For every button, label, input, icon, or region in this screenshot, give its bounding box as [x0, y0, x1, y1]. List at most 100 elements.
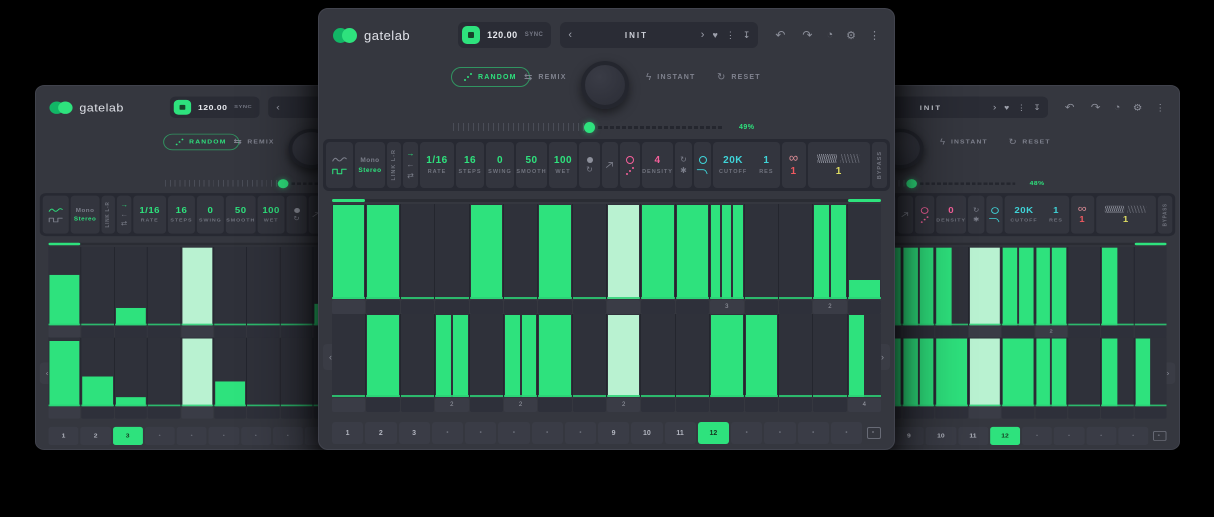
gate-step[interactable]: [280, 338, 312, 407]
rate[interactable]: 1/16RATE: [420, 142, 454, 188]
favorite-icon[interactable]: ♥: [712, 30, 717, 40]
gate-step[interactable]: [504, 204, 537, 299]
gate-step[interactable]: [366, 314, 399, 397]
subdivision-tile[interactable]: [1101, 326, 1133, 338]
subdivision-tile[interactable]: [1002, 326, 1034, 338]
pattern-slot-15[interactable]: •: [1086, 427, 1116, 445]
slider-track[interactable]: [920, 182, 1015, 184]
loop-value[interactable]: 1: [1079, 216, 1085, 225]
slider-track[interactable]: [598, 126, 724, 129]
subdivision-tile[interactable]: [148, 326, 180, 338]
subdivision-tile[interactable]: [401, 398, 434, 412]
subdivision-tile[interactable]: [1002, 407, 1034, 419]
texture-value[interactable]: 1: [1123, 215, 1129, 224]
subdivision-tile[interactable]: 2: [813, 300, 846, 314]
loop-cell[interactable]: ∞1: [782, 142, 806, 188]
subdivision-tile[interactable]: [745, 398, 778, 412]
pattern-slot-1[interactable]: 1: [332, 422, 363, 444]
wet[interactable]: 100WET: [258, 196, 285, 234]
slider-knob[interactable]: [584, 122, 595, 133]
pattern-slot-2[interactable]: 2: [81, 427, 111, 445]
stop-button[interactable]: [462, 26, 480, 44]
channel-mode-cell[interactable]: MonoStereo: [71, 196, 100, 234]
gate-step[interactable]: [504, 314, 537, 397]
play-pingpong-icon[interactable]: ⇄: [407, 172, 414, 180]
smooth[interactable]: 50SMOOTH: [516, 142, 547, 188]
gate-step[interactable]: [676, 314, 709, 397]
texture-b-icon[interactable]: [1127, 205, 1146, 212]
link-lr-cell[interactable]: LINK L-R: [101, 196, 114, 234]
gate-step[interactable]: [813, 314, 846, 397]
texture-value[interactable]: 1: [836, 166, 842, 177]
gate-step[interactable]: [607, 314, 640, 397]
texture-cell[interactable]: 1: [808, 142, 871, 188]
cutoff-group[interactable]: 20KCUTOFF: [1010, 206, 1037, 223]
filter-toggle-cell[interactable]: [986, 196, 1002, 234]
preset-name[interactable]: INIT: [580, 31, 693, 40]
hold-cell[interactable]: ↻: [286, 196, 306, 234]
texture-cell[interactable]: 1: [1096, 196, 1156, 234]
pattern-slot-4[interactable]: •: [432, 422, 463, 444]
subdivision-tile[interactable]: [1134, 326, 1166, 338]
subdivision-tile[interactable]: [401, 300, 434, 314]
gate-step[interactable]: [1101, 338, 1133, 407]
gate-step[interactable]: [710, 314, 743, 397]
wet-value[interactable]: 100: [554, 155, 572, 166]
pattern-slot-8[interactable]: •: [273, 427, 303, 445]
gate-step[interactable]: [332, 204, 365, 299]
subdivision-tile[interactable]: [48, 326, 80, 338]
gate-step[interactable]: [745, 314, 778, 397]
subdivision-tile[interactable]: 2: [504, 398, 537, 412]
gate-step[interactable]: [82, 247, 114, 325]
favorite-icon[interactable]: ♥: [1004, 103, 1009, 111]
filter-cell[interactable]: 20KCUTOFF1RES: [1005, 196, 1069, 234]
play-forward-icon[interactable]: →: [120, 202, 128, 209]
gate-step[interactable]: [779, 204, 812, 299]
subdivision-tile[interactable]: [214, 326, 246, 338]
slots-menu-icon[interactable]: [1153, 431, 1166, 441]
remix-button[interactable]: ⇆REMIX: [524, 72, 567, 83]
play-pingpong-icon[interactable]: ⇄: [121, 220, 127, 227]
texture-a-icon[interactable]: [817, 154, 837, 163]
gate-step[interactable]: [969, 338, 1001, 407]
texture-a-icon[interactable]: [1105, 205, 1124, 212]
pattern-slot-14[interactable]: •: [1054, 427, 1084, 445]
res-value[interactable]: 1: [763, 155, 769, 166]
reset-button[interactable]: ↻RESET: [1008, 138, 1050, 147]
bypass-cell[interactable]: BYPASS: [872, 142, 887, 188]
wet[interactable]: 100WET: [549, 142, 577, 188]
pattern-slot-13[interactable]: •: [731, 422, 762, 444]
loop-value[interactable]: 1: [790, 166, 796, 177]
subdivision-tile[interactable]: [115, 326, 147, 338]
gate-step[interactable]: [902, 338, 934, 407]
loop-cell[interactable]: ∞1: [1071, 196, 1094, 234]
gate-step[interactable]: [214, 247, 246, 325]
pattern-slot-11[interactable]: 11: [665, 422, 696, 444]
pattern-slot-6[interactable]: •: [209, 427, 239, 445]
gate-step[interactable]: [247, 338, 279, 407]
gate-step[interactable]: [1002, 338, 1034, 407]
bypass-cell[interactable]: BYPASS: [1158, 196, 1172, 234]
subdivision-tile[interactable]: [1101, 407, 1133, 419]
preset-next-button[interactable]: ›: [993, 102, 997, 112]
pattern-slot-5[interactable]: •: [177, 427, 207, 445]
swing-value[interactable]: 0: [207, 206, 213, 215]
pattern-slot-13[interactable]: •: [1022, 427, 1052, 445]
subdivision-tile[interactable]: 4: [848, 398, 881, 412]
gate-step[interactable]: [148, 247, 180, 325]
random-button[interactable]: RANDOM: [451, 67, 530, 87]
pattern-slot-10[interactable]: 10: [631, 422, 662, 444]
gate-step[interactable]: [280, 247, 312, 325]
pattern-slot-7[interactable]: •: [532, 422, 563, 444]
subdivision-tile[interactable]: [1134, 407, 1166, 419]
subdivision-tile[interactable]: [504, 300, 537, 314]
gate-step[interactable]: [902, 247, 934, 325]
wave-shape-cell[interactable]: [326, 142, 353, 188]
reset-button[interactable]: ↻RESET: [717, 72, 761, 83]
gate-step[interactable]: [641, 314, 674, 397]
steps-value[interactable]: 16: [176, 206, 188, 215]
instant-button[interactable]: ϟINSTANT: [940, 138, 988, 147]
gate-step[interactable]: [115, 247, 147, 325]
smooth[interactable]: 50SMOOTH: [226, 196, 256, 234]
channel-mode-cell[interactable]: MonoStereo: [355, 142, 385, 188]
